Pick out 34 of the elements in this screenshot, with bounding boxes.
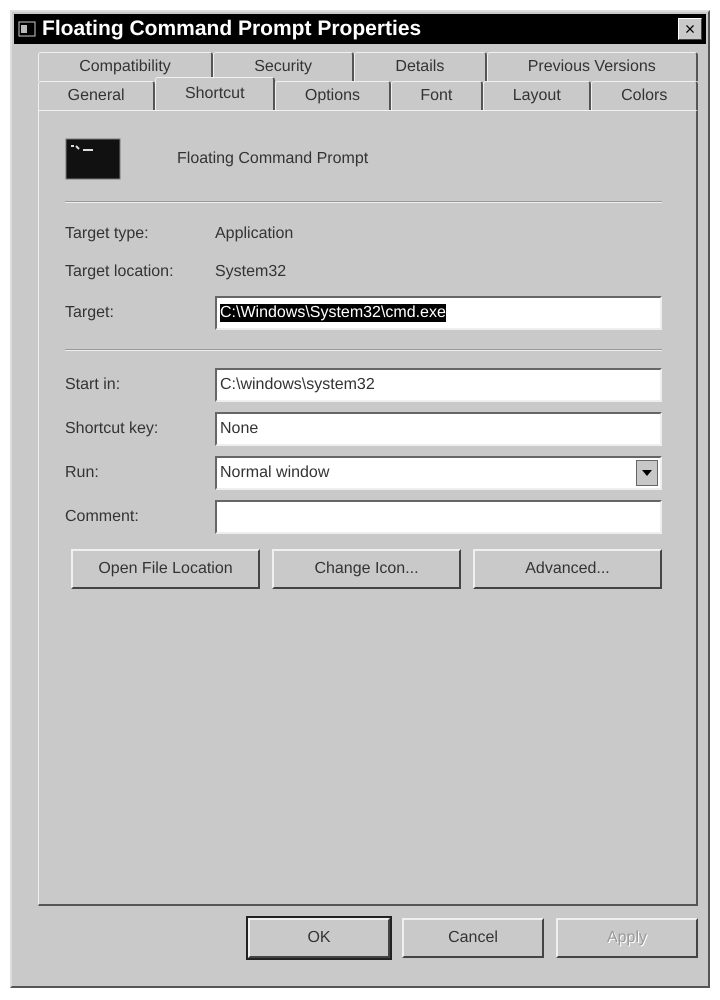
target-field[interactable]: C:\Windows\System32\cmd.exe xyxy=(215,296,662,330)
field-label: Target type: xyxy=(65,225,150,243)
window-icon xyxy=(18,20,36,38)
window-title: Floating Command Prompt Properties xyxy=(42,17,422,41)
tab[interactable]: Previous Versions xyxy=(486,52,698,81)
input-field[interactable] xyxy=(215,500,662,534)
tab[interactable]: General xyxy=(38,81,156,110)
action-button[interactable]: Advanced... xyxy=(473,549,662,589)
field-label: Comment: xyxy=(65,508,140,526)
close-button[interactable]: × xyxy=(678,18,702,40)
input-field[interactable]: None xyxy=(215,412,662,446)
field-label: Start in: xyxy=(65,376,122,394)
field-label: Run: xyxy=(65,464,100,482)
action-button[interactable]: Open File Location xyxy=(71,549,260,589)
field-value: System32 xyxy=(215,263,286,281)
tab[interactable]: Font xyxy=(390,81,484,110)
tab[interactable]: Colors xyxy=(591,81,698,110)
tab[interactable]: Compatibility xyxy=(38,52,213,81)
command-prompt-icon xyxy=(65,138,121,180)
dialog-button[interactable]: OK xyxy=(248,918,390,958)
dialog-button[interactable]: Cancel xyxy=(402,918,544,958)
field-value: Application xyxy=(215,225,294,243)
action-button[interactable]: Change Icon... xyxy=(272,549,461,589)
field-label: Target: xyxy=(65,304,115,322)
tab[interactable]: Options xyxy=(275,81,391,110)
field-label: Target location: xyxy=(65,263,175,281)
dropdown[interactable]: Normal window xyxy=(215,456,662,490)
input-field[interactable]: C:\windows\system32 xyxy=(215,368,662,402)
tab[interactable]: Layout xyxy=(483,81,592,110)
tab[interactable]: Shortcut xyxy=(155,77,276,110)
tab[interactable]: Security xyxy=(213,52,354,81)
shortcut-name: Floating Command Prompt xyxy=(177,150,368,168)
tab[interactable]: Details xyxy=(354,52,487,81)
field-label: Shortcut key: xyxy=(65,420,160,438)
